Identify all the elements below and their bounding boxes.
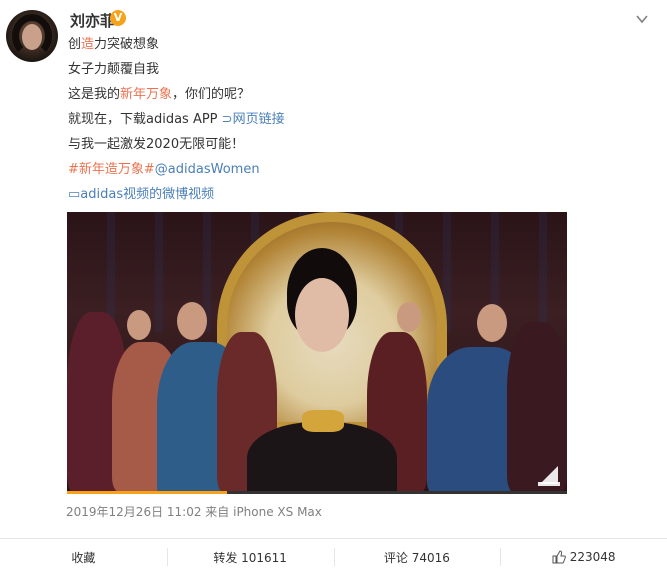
text: 这是我的 [68,87,121,102]
action-bar: 收藏 转发 101611 评论 74016 223048 [0,540,667,574]
text: ，你们的呢？ [172,87,251,102]
video-progress-fill [67,491,227,494]
person-head [127,310,151,340]
highlight: 造 [81,37,95,52]
text: 力突破想象 [94,37,160,52]
post-line-3: 这是我的新年万象，你们的呢？ [68,87,250,103]
post-line-1: 创造力突破想象 [68,37,159,53]
highlight: 新年万象 [120,87,173,102]
comment-button[interactable]: 评论 74016 [333,540,501,574]
video-link[interactable]: adidas视频的微博视频 [80,187,214,202]
topic-link[interactable]: #新年造万象# [68,162,155,177]
person-head [477,304,507,342]
text: 创 [68,37,82,52]
favorite-label: 收藏 [71,550,96,565]
avatar-face [22,24,42,50]
post-line-6: #新年造万象#@adidasWomen [68,162,260,178]
favorite-button[interactable]: 收藏 [0,540,167,574]
link-icon: ⊃ [221,112,233,127]
video-player[interactable] [67,212,567,494]
center-person-head [295,278,349,352]
video-progress-bar[interactable] [67,491,567,494]
comment-label: 评论 74016 [383,550,450,565]
post-line-7: ▭adidas视频的微博视频 [68,187,214,203]
divider [0,538,667,539]
post-line-4: 就现在，下载adidas APP ⊃网页链接 [68,112,285,128]
repost-label: 转发 101611 [213,550,287,565]
person-head [177,302,207,340]
thumbs-up-icon [552,550,566,564]
chevron-down-icon[interactable] [635,12,649,26]
person-head [397,302,421,332]
video-crowd [67,248,567,494]
mention-link[interactable]: @adidasWomen [155,162,260,177]
post-line-2: 女子力颠覆自我 [68,62,160,77]
like-count: 223048 [569,550,616,564]
video-icon: ▭ [68,187,81,202]
post-meta: 2019年12月26日 11:02 来自 iPhone XS Max [66,505,322,519]
web-link[interactable]: 网页链接 [233,112,285,127]
username[interactable]: 刘亦菲 [70,10,115,31]
weibo-video-watermark-icon [538,466,560,486]
center-person-body [247,422,397,494]
post-line-5: 与我一起激发2020无限可能！ [68,137,245,152]
text: 就现在，下载adidas APP [68,112,222,127]
verified-badge-icon: V [110,10,126,26]
avatar[interactable] [6,10,58,62]
center-person-collar [302,410,344,432]
repost-button[interactable]: 转发 101611 [166,540,334,574]
like-button[interactable]: 223048 [500,540,667,574]
